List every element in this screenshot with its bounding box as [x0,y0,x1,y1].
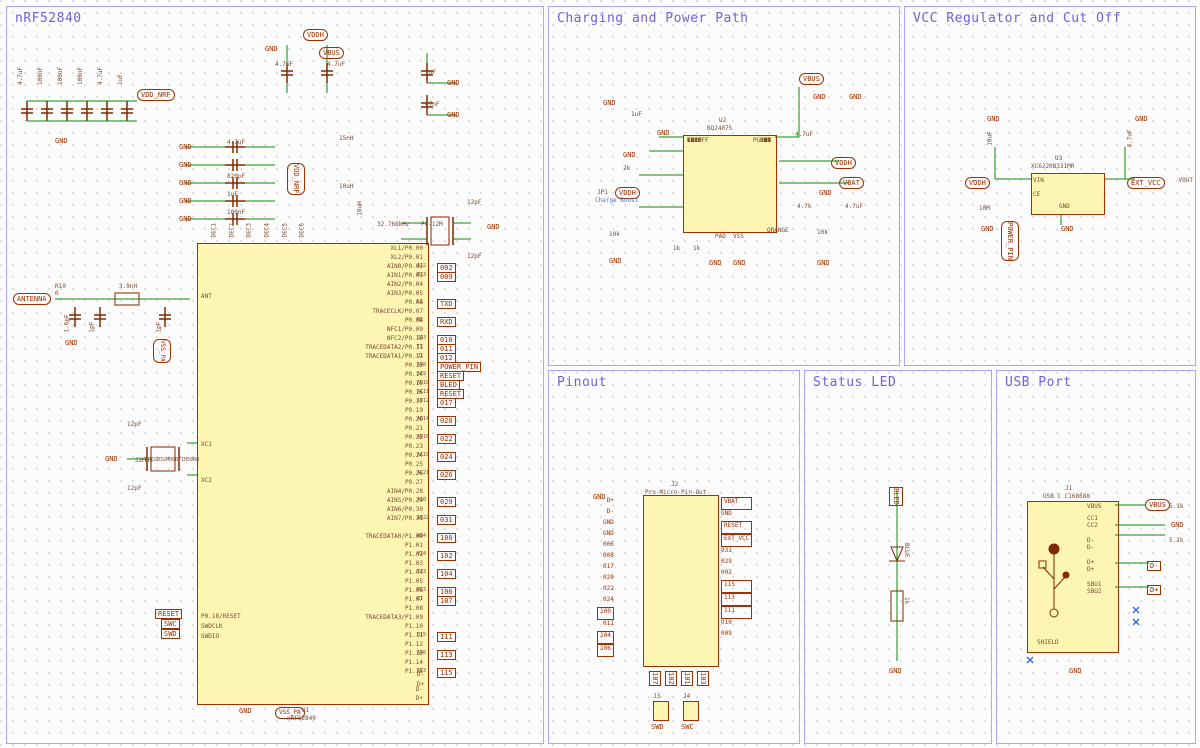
c19v: 1pF [89,322,96,333]
usb-nc-shield [1027,657,1043,673]
c12v: 100nF [37,67,44,85]
title-status: Status LED [813,375,896,390]
top-power [267,33,467,143]
j3-ref: J3 [653,693,660,700]
usb-trident-icon [1037,539,1071,629]
box-charge: Charging and Power Path U2 BQ24075 SYSOF… [548,6,900,366]
gnd-ant1: GND [65,339,78,347]
bled-net: BLED [889,487,903,506]
title-vreg: VCC Regulator and Cut Off [913,11,1121,26]
vsspa-u1b: VSS_PA [275,707,305,719]
rail-vdd-nrf-1: VDD_NRF [137,89,175,101]
j2-left: D+D-GNDGND006008017020022024100011104106 [597,497,614,657]
j4-ref: J4 [683,693,690,700]
box-nrf: nRF52840 U1 nRF52840 VDD_NRF 4.7uF 100nF… [6,6,544,744]
box-usb: USB Port J1 USB C C168688 VBUS CC1CC2 D-… [996,370,1196,744]
gnd-c23: GND [265,45,278,53]
y2f: 32.768kHz [377,221,410,228]
rail-vdd-nrf-2: VDD_NRF [287,163,305,195]
rail-antenna: ANTENNA [13,293,51,305]
j1-val: USB C C168688 [1043,493,1090,500]
c13v: 1uF [227,191,238,198]
c18v: 1.6pF [64,314,71,332]
c4v: 12pF [467,253,481,260]
vreg-wires [965,117,1155,227]
gnd-p1: GND [593,493,606,501]
title-charge: Charging and Power Path [557,11,749,26]
r8v: 1k [903,597,910,604]
title-pinout: Pinout [557,375,607,390]
title-nrf: nRF52840 [15,11,82,26]
rail-vbus-top: VBUS [319,47,344,59]
gnd-u1b: GND [239,707,252,715]
box-status: Status LED BLED BLUE 1k GND [804,370,992,744]
j2-ref: J2 [671,481,678,488]
j2-bottom: 107102101103 [649,671,713,688]
j2-right: VBATGNDRESETEXT_VCC031029002115113111010… [721,497,752,641]
dec-labels: DEC1 DEC2 DEC3 DEC4 DEC5 DEC6 [207,227,309,234]
gnd-y1: GND [105,455,118,463]
d3v: BLUE [903,543,910,557]
j1-pins: VBUS CC1CC2 D-D- D+D+ SBU1SBU2 [1087,503,1101,603]
c8v: 100nF [227,209,245,216]
chip-j4 [683,701,699,721]
r10v: 0 [55,290,59,297]
j2-val: Pro-Micro-Pin-Out [645,489,706,496]
c7l: 4.7uF [327,61,345,68]
gnd-y2: GND [487,223,500,231]
c22l: 47nF [425,101,439,108]
gnd-led: GND [889,667,902,675]
l3v: 15nH [339,135,353,142]
gnd-usb2: GND [1069,667,1082,675]
net-swc-l: SWC [161,619,180,629]
r10l: R10 [55,283,66,290]
c9v: 1uF [117,74,124,85]
gnd-d3: GND [179,179,192,187]
title-usb: USB Port [1005,375,1072,390]
j4-val: SWC [681,723,694,731]
l2v: 3.9nH [119,283,137,290]
c11v: 100nF [77,67,84,85]
c10v: 4.7uF [97,67,104,85]
gnd-tl: GND [55,137,68,145]
chip-j3 [653,701,669,721]
rail-vddh-top: VDDH [303,29,328,41]
c20v: 1pF [156,322,163,333]
c2v: 12pF [127,485,141,492]
c1v: 12pF [127,421,141,428]
gnd-d1: GND [179,143,192,151]
chip-j2 [643,495,719,667]
c21l: 1uF [425,69,436,76]
gnd-c22: GND [447,111,460,119]
box-vreg: VCC Regulator and Cut Off U3 XC6220B331M… [904,6,1196,366]
j1-ref: J1 [1065,485,1072,492]
net-swd-l: SWD [161,629,180,639]
net-reset-l: RESET [155,609,182,619]
gnd-d4: GND [179,197,192,205]
y1b: XRCGB32M000F1H50R0 [145,457,199,463]
c16v: 100nF [57,67,64,85]
c17v: 820pF [227,173,245,180]
l1v: 10uH [357,201,364,215]
caps-topleft [17,91,157,151]
c23l: 4.7uF [275,61,293,68]
j3-val: SWD [651,723,664,731]
c15v: 4.7uF [227,139,245,146]
status-led-svg [883,491,923,671]
gnd-c21: GND [447,79,460,87]
box-pinout: Pinout J2 Pro-Micro-Pin-Out D+D-GNDGND00… [548,370,800,744]
charge-wires [599,77,879,267]
vsspa-ant: VSS_PA [153,339,171,363]
l4v: 10uH [339,183,353,190]
y2p: FC-12M [421,221,443,228]
c3v: 12pF [467,199,481,206]
gnd-d5: GND [179,215,192,223]
c14v: 4.7uF [17,67,24,85]
usb-wires [1115,501,1185,661]
gnd-d2: GND [179,161,192,169]
